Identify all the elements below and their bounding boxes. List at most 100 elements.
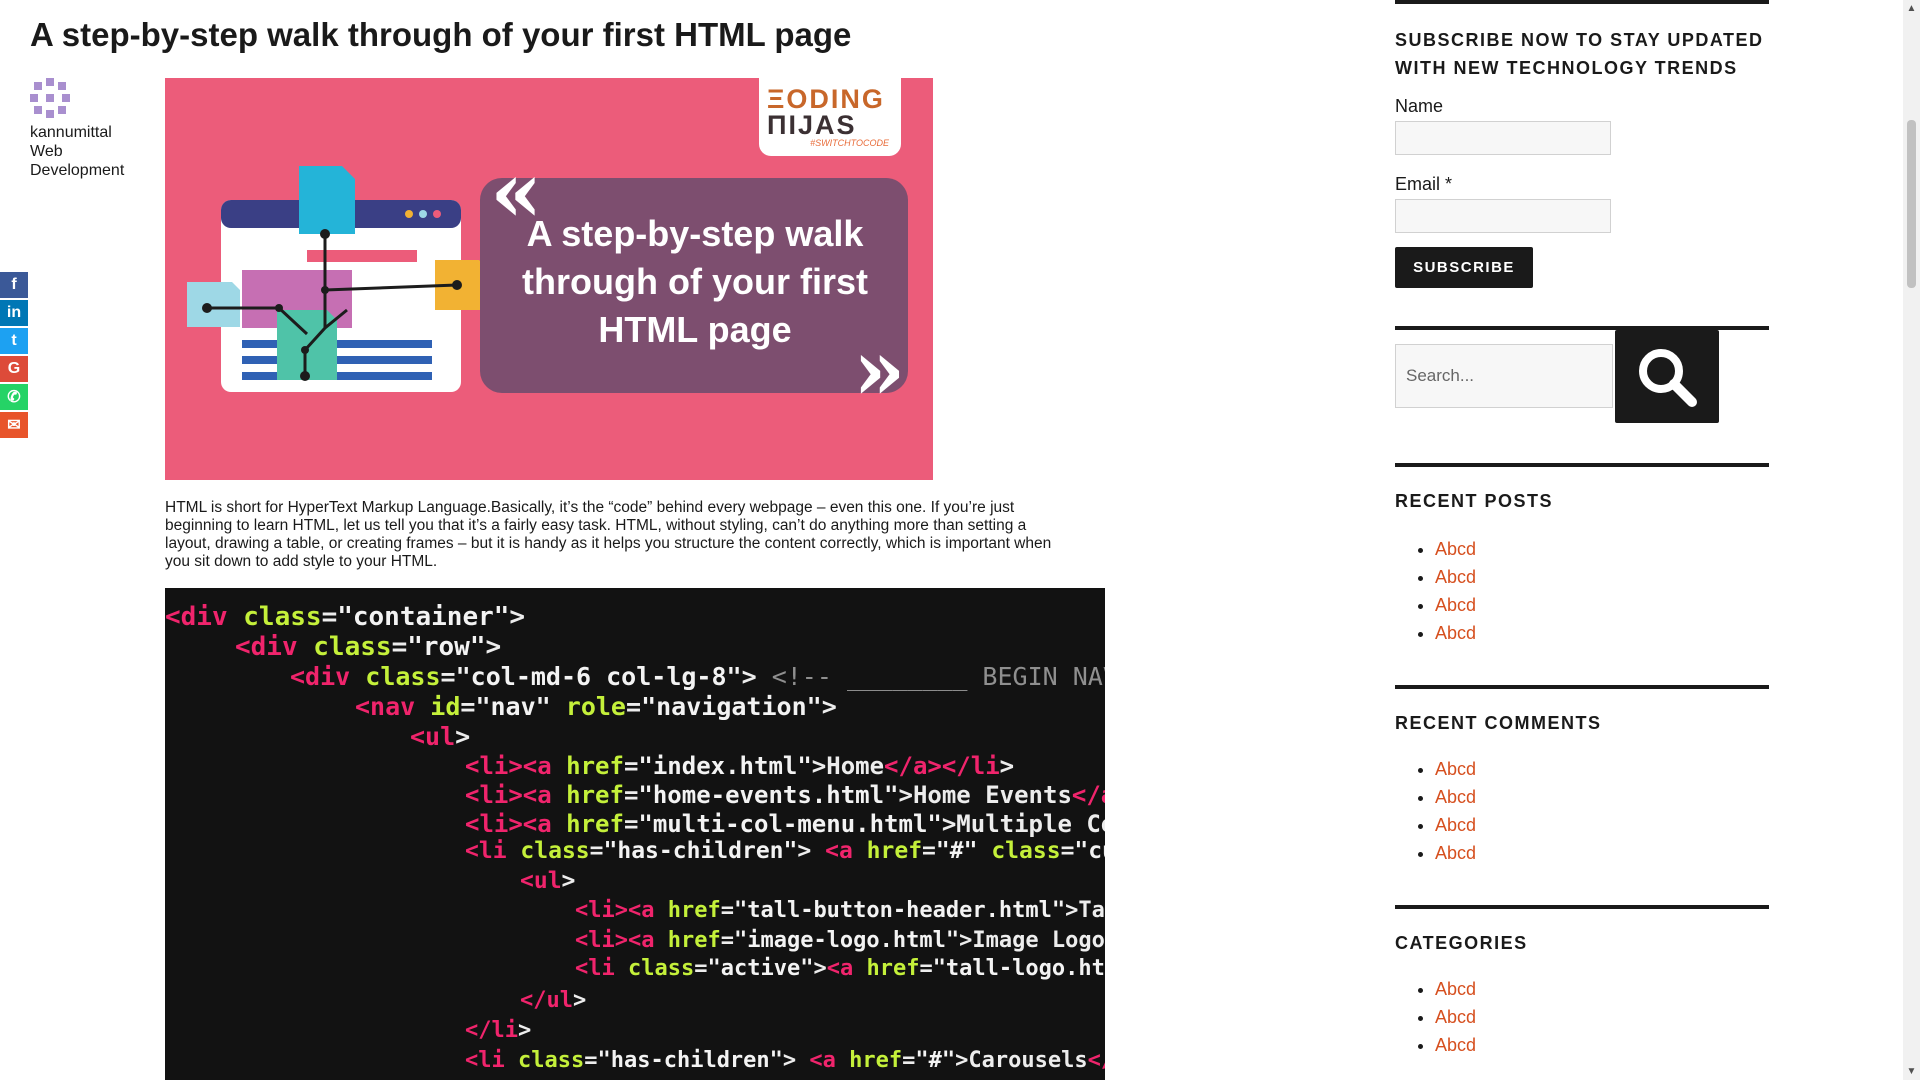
code-token: "col-md-6 col-lg-8" (455, 662, 742, 691)
category-link[interactable]: Web Development (30, 142, 160, 180)
code-token: > (572, 988, 587, 1013)
code-token: > (797, 838, 826, 864)
share-bar: f in t G ✆ ✉ (0, 272, 28, 440)
code-token: >Home (811, 752, 885, 780)
code-token: <li (465, 1048, 505, 1073)
hero-line-1: A step-by-step walk (526, 213, 864, 254)
list-item: Abcd (1435, 975, 1769, 1003)
whatsapp-share-icon[interactable]: ✆ (0, 384, 28, 410)
twitter-share-icon[interactable]: t (0, 328, 28, 354)
author-avatar[interactable] (30, 78, 70, 118)
code-token: = (321, 602, 338, 632)
coding-ninjas-logo: ΞODING ΠIJAS #SWITCHTOCODE (759, 78, 901, 156)
code-token: <li><a (575, 898, 655, 923)
code-line: <li><a href="tall-button-header.html">Ta… (575, 898, 1105, 923)
code-token: "multi-col-menu.html" (638, 810, 942, 838)
category-link[interactable]: Abcd (1435, 979, 1476, 999)
recent-comment-link[interactable]: Abcd (1435, 843, 1476, 863)
code-line: </li> (465, 1018, 531, 1043)
email-field[interactable] (1395, 199, 1611, 233)
code-token: class (243, 602, 322, 632)
google-share-icon[interactable]: G (0, 356, 28, 382)
code-token: = (440, 662, 456, 691)
email-share-icon[interactable]: ✉ (0, 412, 28, 438)
code-token: = (902, 1048, 916, 1073)
code-token: class (991, 838, 1061, 864)
code-token: <div (290, 662, 351, 691)
code-token: class (365, 662, 441, 691)
search-button[interactable] (1615, 330, 1719, 423)
logo-text-bottom: ΠIJAS (767, 110, 857, 140)
code-token: </li (465, 1018, 518, 1043)
code-line: <ul> (520, 868, 575, 894)
code-token: </a></li (1071, 781, 1105, 809)
code-token: > (517, 1018, 532, 1043)
code-token: "active" (707, 956, 814, 981)
code-token: = (919, 956, 933, 981)
list-item: Abcd (1435, 619, 1769, 647)
code-token: > (455, 722, 471, 751)
code-token: = (460, 692, 476, 721)
hero-line-2: through of your first (522, 261, 868, 302)
code-token: <li><a (465, 752, 552, 780)
name-label: Name (1395, 96, 1444, 116)
code-token: class (313, 632, 392, 662)
code-token: <li><a (575, 928, 655, 953)
recent-post-link[interactable]: Abcd (1435, 623, 1476, 643)
subscribe-button[interactable]: SUBSCRIBE (1395, 247, 1533, 288)
code-token: href (667, 928, 721, 953)
code-token: </a (1087, 1048, 1105, 1073)
code-line: </ul> (520, 988, 586, 1013)
code-token: class (518, 1048, 585, 1073)
categories-list: Abcd Abcd Abcd (1395, 975, 1769, 1059)
code-line: <div class="row"> (235, 632, 501, 662)
logo-tagline: #SWITCHTOCODE (810, 138, 889, 148)
recent-post-link[interactable]: Abcd (1435, 539, 1476, 559)
hero-title-text: A step-by-step walk through of your firs… (495, 210, 895, 354)
code-token: <a (825, 838, 853, 864)
code-line: <li><a href="multi-col-menu.html">Multip… (465, 810, 1105, 838)
recent-posts-heading: RECENT POSTS (1395, 491, 1554, 511)
code-token: < (165, 602, 181, 632)
code-token: href (849, 1048, 903, 1073)
code-token: <!-- ________ BEGIN NAVIGATION (771, 662, 1105, 691)
recent-post-link[interactable]: Abcd (1435, 595, 1476, 615)
name-field[interactable] (1395, 121, 1611, 155)
code-line: <li><a href="index.html">Home</a></li> (465, 752, 1014, 780)
search-icon (1639, 348, 1697, 407)
page-scrollbar[interactable]: ▲ ▼ (1903, 0, 1920, 1080)
category-link[interactable]: Abcd (1435, 1007, 1476, 1027)
post-meta: kannumittal Web Development (30, 78, 160, 180)
search-input[interactable]: Search... (1395, 344, 1613, 408)
recent-comment-link[interactable]: Abcd (1435, 759, 1476, 779)
scrollbar-thumb[interactable] (1907, 120, 1916, 288)
scroll-up-arrow-icon[interactable]: ▲ (1903, 0, 1920, 17)
recent-comments-heading: RECENT COMMENTS (1395, 713, 1602, 733)
recent-comment-link[interactable]: Abcd (1435, 787, 1476, 807)
search-widget: Search... (1395, 330, 1769, 425)
category-link[interactable]: Abcd (1435, 1035, 1476, 1055)
code-token: = (720, 928, 734, 953)
code-line: <ul> (410, 722, 470, 751)
facebook-share-icon[interactable]: f (0, 272, 28, 298)
author-link[interactable]: kannumittal (30, 123, 160, 142)
code-screenshot-image: <div class="container"> <div class="row">… (165, 588, 1105, 1080)
code-token: </ul (520, 988, 573, 1013)
sidebar: SUBSCRIBE NOW TO STAY UPDATED WITH NEW T… (1395, 0, 1769, 1059)
code-token: href (667, 898, 721, 923)
code-token: "image-logo.html" (733, 928, 960, 953)
subscribe-heading: SUBSCRIBE NOW TO STAY UPDATED WITH NEW T… (1395, 30, 1764, 78)
code-token: "has-children" (603, 838, 798, 864)
scroll-down-arrow-icon[interactable]: ▼ (1903, 1063, 1920, 1080)
email-label: Email * (1395, 174, 1453, 194)
recent-post-link[interactable]: Abcd (1435, 567, 1476, 587)
code-token: = (720, 898, 734, 923)
linkedin-share-icon[interactable]: in (0, 300, 28, 326)
recent-comment-link[interactable]: Abcd (1435, 815, 1476, 835)
